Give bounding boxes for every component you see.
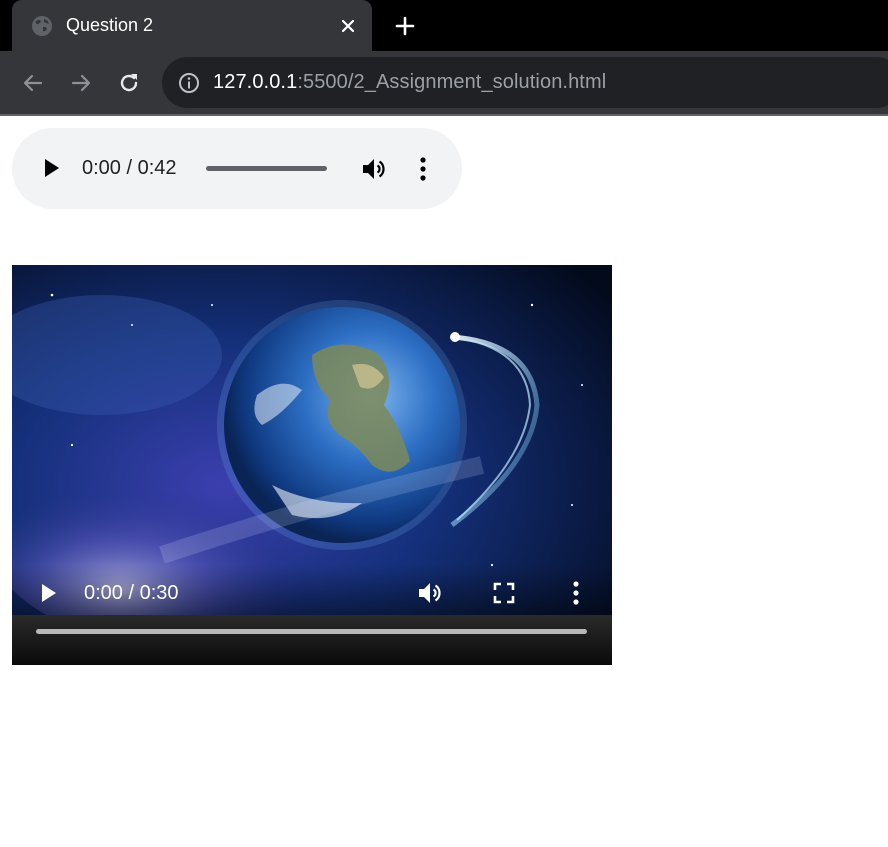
audio-progress-bar[interactable] (206, 166, 327, 171)
more-vertical-icon[interactable] (566, 580, 586, 606)
fullscreen-icon[interactable] (492, 581, 516, 605)
video-progress-bar[interactable] (36, 629, 587, 634)
arrow-left-icon[interactable] (19, 69, 47, 97)
url-path: :5500/2_Assignment_solution.html (297, 71, 607, 93)
url-host: 127.0.0.1 (213, 71, 298, 93)
audio-time: 0:00 / 0:42 (82, 157, 177, 179)
address-bar[interactable]: 127.0.0.1:5500/2_Assignment_solution.htm… (162, 57, 888, 108)
url-text: 127.0.0.1:5500/2_Assignment_solution.htm… (213, 71, 606, 94)
toolbar-divider (0, 114, 888, 116)
tab-title: Question 2 (66, 15, 154, 35)
play-icon[interactable] (39, 156, 63, 180)
arrow-right-icon[interactable] (67, 69, 95, 97)
globe-icon (32, 16, 52, 36)
video-time: 0:00 / 0:30 (84, 582, 179, 604)
audio-player[interactable]: 0:00 / 0:42 (12, 128, 462, 209)
video-player[interactable]: 0:00 / 0:30 (12, 265, 612, 665)
volume-icon[interactable] (417, 580, 445, 606)
more-vertical-icon[interactable] (413, 156, 433, 182)
video-controls-bar (12, 615, 612, 665)
close-icon[interactable] (336, 14, 360, 38)
info-icon[interactable] (177, 71, 201, 95)
reload-icon[interactable] (115, 69, 143, 97)
play-icon[interactable] (36, 581, 60, 605)
plus-icon[interactable] (390, 11, 420, 41)
tab-strip: Question 2 (0, 0, 888, 51)
browser-tab[interactable]: Question 2 (12, 0, 372, 51)
volume-icon[interactable] (361, 156, 389, 182)
browser-toolbar: 127.0.0.1:5500/2_Assignment_solution.htm… (0, 51, 888, 114)
